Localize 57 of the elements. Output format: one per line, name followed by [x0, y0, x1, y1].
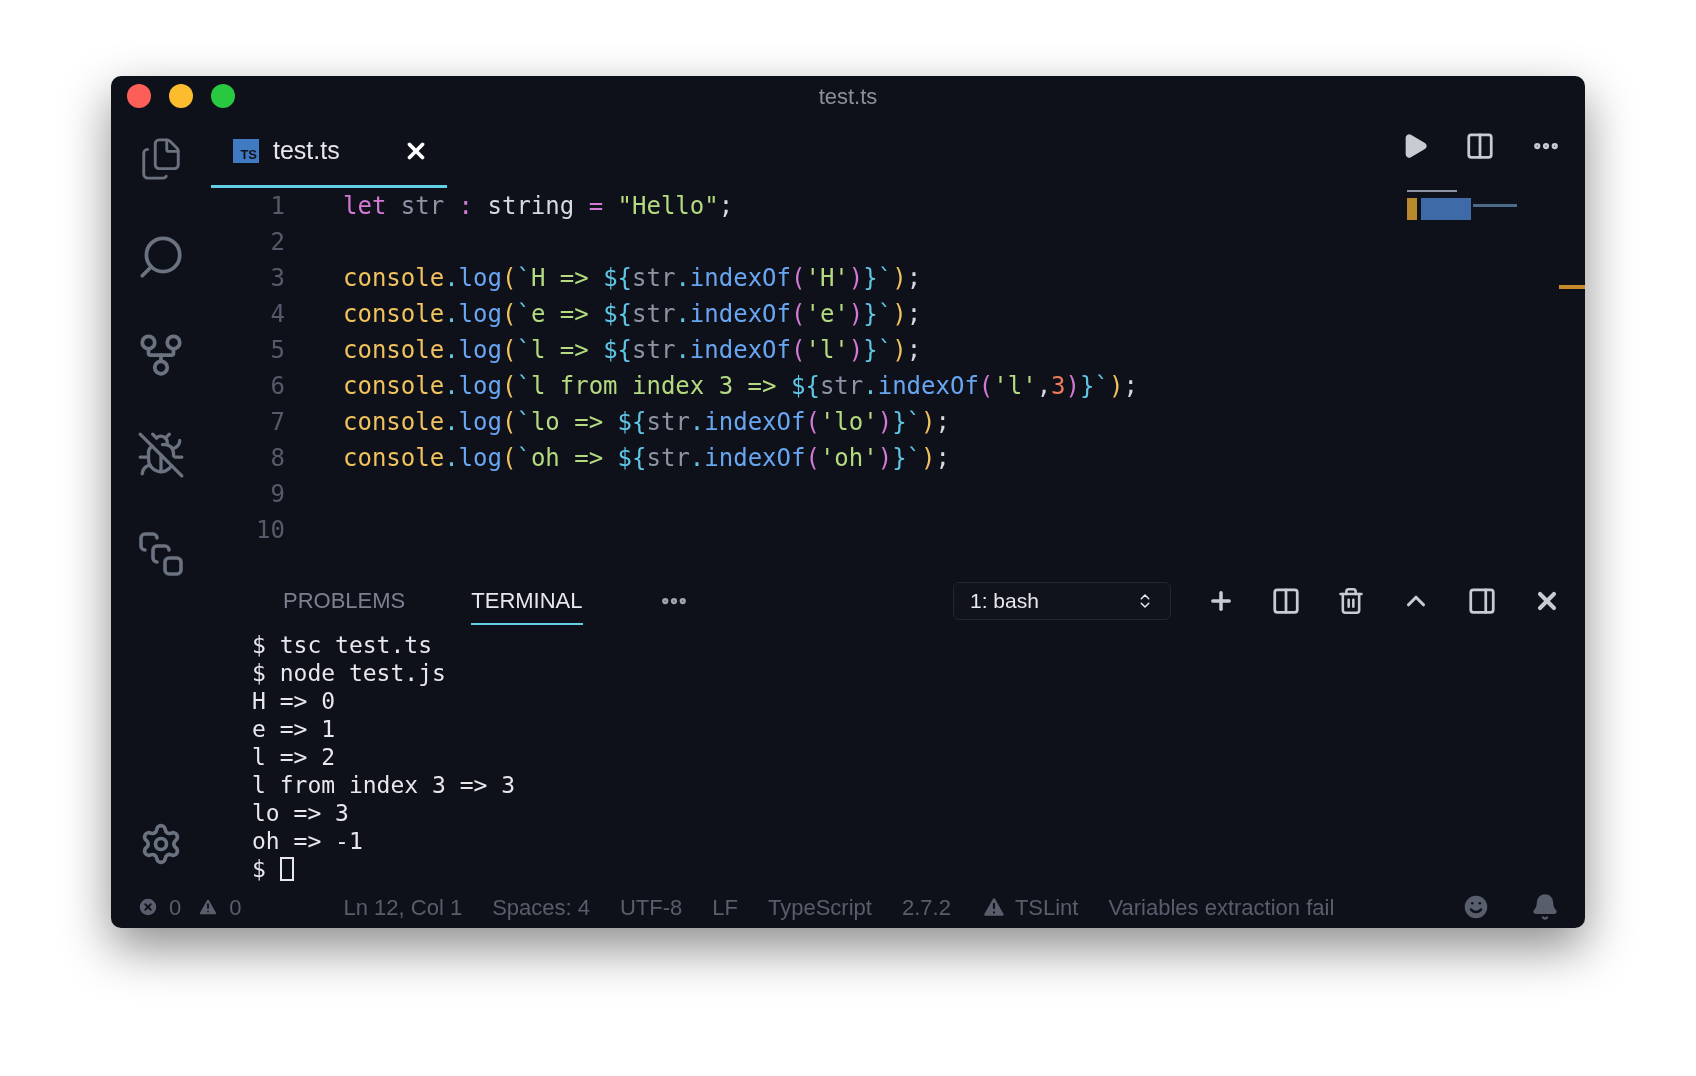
line-number: 8 — [269, 443, 285, 474]
terminal-line: H => 0 — [252, 687, 336, 715]
line-number: 10 — [255, 515, 285, 546]
maximize-window-button[interactable] — [211, 84, 235, 108]
editor-tab[interactable]: TS test.ts — [211, 116, 447, 188]
line-number: 3 — [269, 263, 285, 294]
scrollbar-marker — [1559, 285, 1585, 289]
code-line: console.log(`e => ${str.indexOf('e')}`); — [343, 299, 922, 330]
split-terminal-icon[interactable] — [1271, 586, 1301, 616]
code-line: console.log(`oh => ${str.indexOf('oh')}`); — [343, 443, 950, 474]
cursor-icon — [279, 857, 294, 881]
code-line: let str : string = "Hello"; — [343, 191, 734, 222]
close-window-button[interactable] — [127, 84, 151, 108]
terminal-line: $ node test.js — [252, 659, 446, 687]
code-line: console.log(`l from index 3 => ${str.indexOf('l',3)}`); — [343, 371, 1138, 402]
status-item[interactable]: TypeScript — [768, 890, 872, 924]
line-number: 6 — [269, 371, 285, 402]
code-line: console.log(`H => ${str.indexOf('H')}`); — [343, 263, 922, 294]
terminal-line: l => 2 — [252, 743, 336, 771]
status-item[interactable]: UTF-8 — [620, 890, 683, 924]
line-number: 2 — [269, 227, 285, 258]
code-line: console.log(`lo => ${str.indexOf('lo')}`); — [343, 407, 950, 438]
status-item[interactable]: Spaces: 4 — [492, 890, 590, 924]
terminal-select[interactable]: 1: bash — [953, 582, 1171, 620]
line-number: 1 — [269, 191, 285, 222]
terminal-line: oh => -1 — [252, 827, 363, 855]
panel-right-icon[interactable] — [1467, 586, 1497, 616]
warning-icon[interactable] — [197, 896, 220, 918]
panel-tab[interactable]: PROBLEMS — [283, 577, 406, 625]
extensions-icon[interactable] — [137, 530, 185, 578]
status-item[interactable]: TSLint — [1014, 890, 1079, 924]
minimize-window-button[interactable] — [169, 84, 193, 108]
split-editor-icon[interactable] — [1465, 131, 1495, 161]
status-item[interactable]: Ln 12, Col 1 — [343, 890, 463, 924]
window-title: test.ts — [818, 82, 878, 111]
terminal-line: l from index 3 => 3 — [252, 771, 516, 799]
terminal-line: e => 1 — [252, 715, 336, 743]
status-item[interactable]: 2.7.2 — [901, 890, 951, 924]
typescript-file-icon: TS — [233, 138, 259, 163]
warning-count[interactable]: 0 — [229, 890, 242, 924]
terminal-line: $ — [252, 855, 267, 883]
error-icon[interactable] — [137, 896, 159, 918]
terminal-line: $ tsc test.ts — [252, 631, 432, 659]
bell-icon[interactable] — [1531, 893, 1559, 921]
panel-tab[interactable]: TERMINAL — [471, 577, 583, 625]
status-item[interactable]: LF — [712, 890, 738, 924]
status-message[interactable]: Variables extraction fail — [1108, 890, 1335, 924]
terminal-line: lo => 3 — [252, 799, 349, 827]
line-number: 4 — [269, 299, 285, 330]
code-line: console.log(`l => ${str.indexOf('l')}`); — [343, 335, 922, 366]
line-number: 9 — [269, 479, 285, 510]
bug-icon[interactable] — [136, 430, 186, 480]
line-number: 7 — [269, 407, 285, 438]
smiley-icon[interactable] — [1461, 892, 1491, 922]
trash-icon[interactable] — [1337, 587, 1365, 615]
error-count[interactable]: 0 — [169, 890, 182, 924]
line-number: 5 — [269, 335, 285, 366]
